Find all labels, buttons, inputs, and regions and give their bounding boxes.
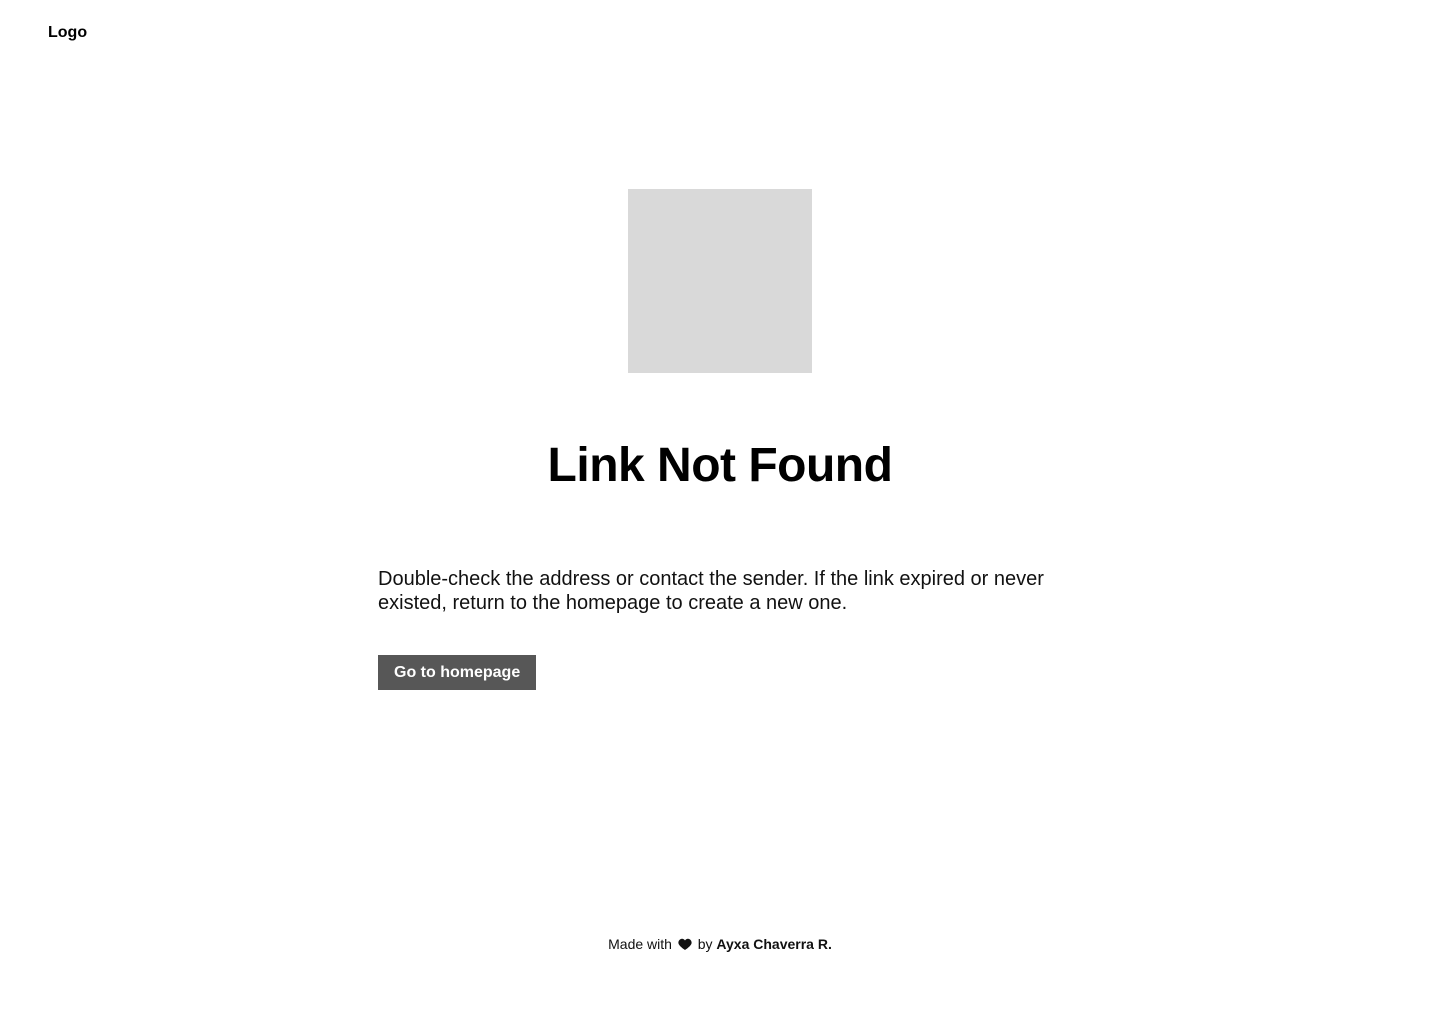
footer: Made with by Ayxa Chaverra R.: [0, 934, 1440, 954]
footer-author[interactable]: Ayxa Chaverra R.: [716, 936, 831, 952]
footer-made-with: Made with: [608, 936, 672, 952]
footer-by: by: [697, 936, 713, 952]
page-description: Double-check the address or contact the …: [378, 568, 1044, 614]
page: Logo Link Not Found Double-check the add…: [0, 0, 1440, 1024]
page-title: Link Not Found: [547, 439, 893, 492]
go-to-homepage-button[interactable]: Go to homepage: [378, 655, 537, 690]
illustration-placeholder: [628, 189, 812, 373]
logo[interactable]: Logo: [48, 23, 87, 43]
heart-icon: [678, 938, 692, 950]
